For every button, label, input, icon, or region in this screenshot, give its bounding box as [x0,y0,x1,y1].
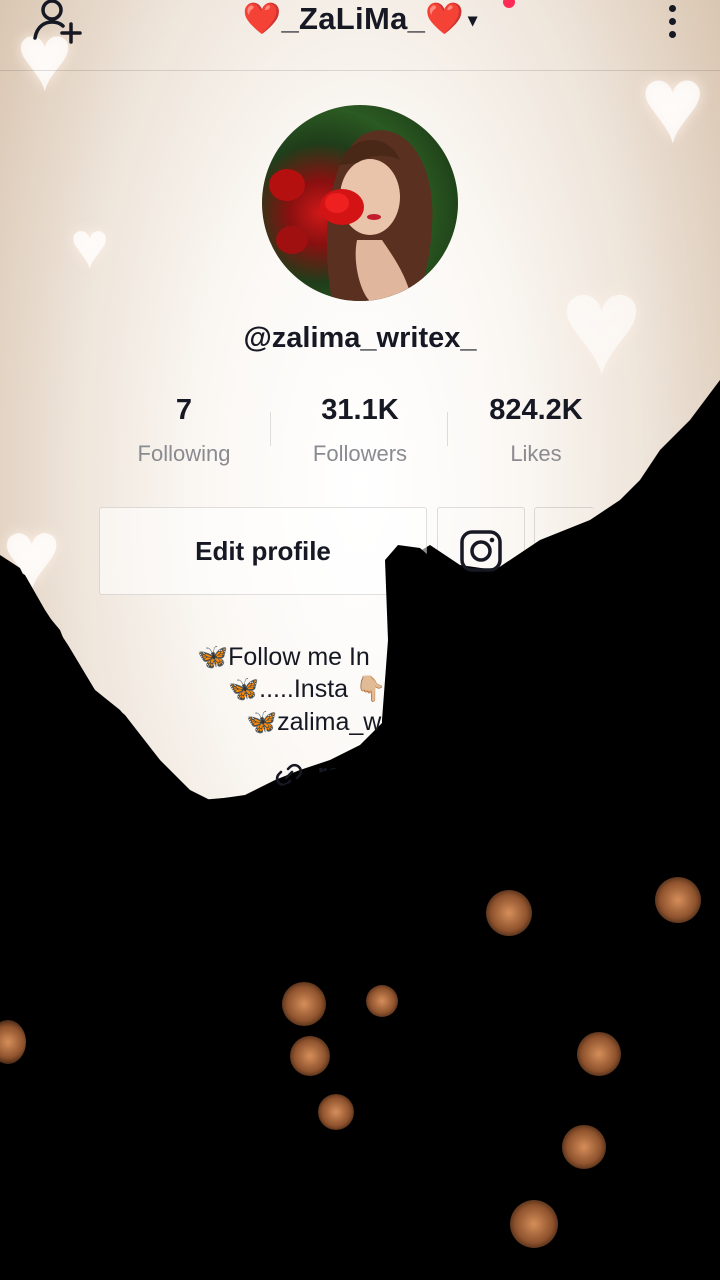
bokeh-light [282,982,326,1026]
link-icon [275,763,303,786]
stat-likes[interactable]: 824.2K Likes [446,394,626,467]
stat-value: 31.1K [321,394,399,426]
instagram-button[interactable] [437,507,525,595]
bio-line: 🦋Follow me In [197,643,370,671]
bio-line: 🦋.....Insta 👇🏼 [228,675,387,703]
favorites-button[interactable] [534,507,594,595]
account-title: ❤️_ZaLiMa_❤️ [242,1,465,36]
bokeh-light [577,1032,621,1076]
bookmark-icon [563,533,591,572]
more-options-icon[interactable] [662,0,682,40]
chevron-down-icon: ▾ [468,10,478,31]
edit-profile-button[interactable]: Edit profile [99,507,427,595]
bio-link-text: ropo [317,760,371,787]
stat-value: 824.2K [489,394,583,426]
stat-label: Followers [312,441,408,466]
account-switcher[interactable]: ❤️_ZaLiMa_❤️ ▾ [0,0,720,37]
bokeh-light [366,985,398,1017]
bokeh-light [290,1036,330,1076]
profile-handle: @zalima_writex_ [243,322,477,354]
stat-label: Following [137,441,231,466]
bokeh-light [486,890,532,936]
top-bar: ❤️_ZaLiMa_❤️ ▾ [0,0,720,71]
stat-followers[interactable]: 31.1K Followers [270,394,450,467]
bokeh-light [510,1200,558,1248]
instagram-icon [460,530,502,572]
bokeh-light [655,877,701,923]
bio-link[interactable]: ropo [275,760,371,788]
stat-following[interactable]: 7 Following [94,394,274,467]
avatar[interactable] [262,105,458,301]
avatar-photo [269,130,433,301]
stat-label: Likes [510,441,562,466]
bio-line: 🦋zalima_w [246,708,382,736]
bokeh-light [562,1125,606,1169]
bokeh-light [318,1094,354,1130]
stat-value: 7 [175,394,193,426]
